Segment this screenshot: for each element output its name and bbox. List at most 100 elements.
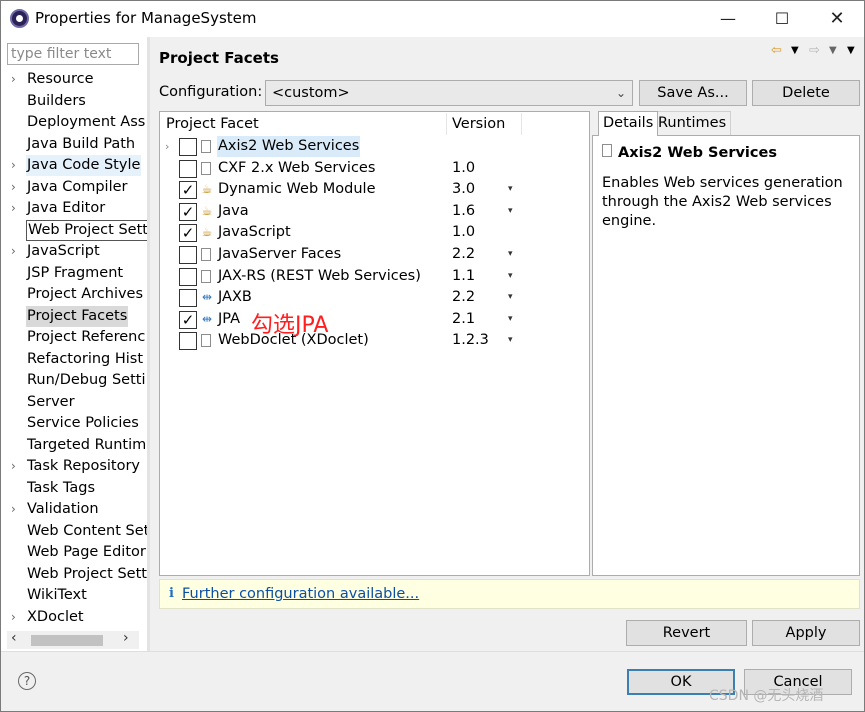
- chevron-right-icon[interactable]: ›: [11, 69, 21, 90]
- tab-runtimes[interactable]: Runtimes: [653, 111, 732, 135]
- sidebar-item[interactable]: Service Policies: [1, 413, 147, 435]
- back-arrow-icon[interactable]: ⇦: [771, 43, 782, 58]
- facet-row[interactable]: CXF 2.x Web Services 1.0: [160, 158, 589, 180]
- sidebar-item[interactable]: Builders: [1, 91, 147, 113]
- version-dropdown-icon[interactable]: ▾: [508, 309, 513, 330]
- scroll-right-icon[interactable]: ›: [123, 630, 129, 646]
- sidebar-horizontal-scrollbar[interactable]: ‹ ›: [7, 630, 139, 649]
- facet-version[interactable]: 2.2: [452, 244, 475, 265]
- facet-row[interactable]: WebDoclet (XDoclet) 1.2.3 ▾: [160, 330, 589, 352]
- chevron-right-icon[interactable]: ›: [11, 155, 21, 176]
- sidebar-item[interactable]: Refactoring Hist: [1, 349, 147, 371]
- facet-checkbox[interactable]: [179, 138, 197, 156]
- chevron-right-icon[interactable]: ›: [11, 177, 21, 198]
- sidebar-item[interactable]: Targeted Runtim: [1, 435, 147, 457]
- apply-button[interactable]: Apply: [752, 620, 860, 646]
- facet-row[interactable]: ✓ ⇹ JPA 2.1 ▾: [160, 309, 589, 331]
- version-dropdown-icon[interactable]: ▾: [508, 179, 513, 200]
- facet-version[interactable]: 2.2: [452, 287, 475, 308]
- delete-button[interactable]: Delete: [752, 80, 860, 106]
- facet-row[interactable]: ✓ ☕ Dynamic Web Module 3.0 ▾: [160, 179, 589, 201]
- sidebar-item[interactable]: Java Build Path: [1, 134, 147, 156]
- facet-row[interactable]: ✓ ☕ Java 1.6 ▾: [160, 201, 589, 223]
- sidebar-item[interactable]: Server: [1, 392, 147, 414]
- facet-version[interactable]: 3.0: [452, 179, 475, 200]
- close-button[interactable]: ✕: [813, 1, 861, 37]
- sidebar-item[interactable]: Project Referenc: [1, 327, 147, 349]
- facet-version[interactable]: 1.0: [452, 158, 475, 179]
- chevron-right-icon[interactable]: ›: [11, 198, 21, 219]
- sidebar-item[interactable]: › JavaScript: [1, 241, 147, 263]
- tab-details[interactable]: Details: [598, 111, 659, 136]
- sidebar-item[interactable]: Web Content Set: [1, 521, 147, 543]
- filter-input[interactable]: [7, 43, 139, 65]
- sidebar-item[interactable]: › XDoclet: [1, 607, 147, 629]
- save-as-button[interactable]: Save As...: [639, 80, 747, 106]
- minimize-button[interactable]: —: [704, 1, 752, 37]
- facet-checkbox[interactable]: [179, 267, 197, 286]
- facet-checkbox[interactable]: ✓: [179, 202, 197, 221]
- facet-name: JPA: [218, 310, 241, 327]
- version-dropdown-icon[interactable]: ▾: [508, 201, 513, 222]
- forward-arrow-icon[interactable]: ⇨: [809, 43, 820, 58]
- column-header-version[interactable]: Version: [452, 116, 505, 132]
- sidebar-item[interactable]: JSP Fragment: [1, 263, 147, 285]
- version-dropdown-icon[interactable]: ▾: [508, 244, 513, 265]
- chevron-right-icon[interactable]: ›: [11, 241, 21, 262]
- facet-checkbox[interactable]: [179, 159, 197, 178]
- column-divider[interactable]: [446, 113, 447, 135]
- scroll-left-icon[interactable]: ‹: [11, 630, 17, 646]
- back-menu-icon[interactable]: ▼: [791, 45, 799, 56]
- sidebar-item[interactable]: › Resource: [1, 69, 147, 91]
- facet-row[interactable]: JavaServer Faces 2.2 ▾: [160, 244, 589, 266]
- help-icon[interactable]: ?: [18, 672, 36, 690]
- facet-version[interactable]: 1.0: [452, 222, 475, 243]
- facet-row[interactable]: › Axis2 Web Services: [160, 136, 589, 158]
- forward-menu-icon[interactable]: ▼: [829, 45, 837, 56]
- facet-version[interactable]: 2.1: [452, 309, 475, 330]
- sidebar-item[interactable]: Deployment Ass: [1, 112, 147, 134]
- facet-checkbox[interactable]: ✓: [179, 310, 197, 329]
- chevron-right-icon[interactable]: ›: [11, 607, 21, 628]
- sidebar-item[interactable]: Project Facets: [1, 305, 147, 328]
- sidebar-item[interactable]: Task Tags: [1, 478, 147, 500]
- version-dropdown-icon[interactable]: ▾: [508, 287, 513, 308]
- facet-version[interactable]: 1.2.3: [452, 330, 489, 351]
- further-configuration-link[interactable]: Further configuration available...: [182, 586, 419, 602]
- maximize-button[interactable]: ☐: [758, 1, 806, 37]
- configuration-select[interactable]: <custom> ⌄: [265, 80, 633, 106]
- sidebar-item[interactable]: Web Project Setti: [1, 219, 147, 242]
- sidebar-item[interactable]: Web Page Editor: [1, 542, 147, 564]
- facet-row[interactable]: JAX-RS (REST Web Services) 1.1 ▾: [160, 266, 589, 288]
- facet-version[interactable]: 1.6: [452, 201, 475, 222]
- version-dropdown-icon[interactable]: ▾: [508, 266, 513, 287]
- chevron-right-icon[interactable]: ›: [11, 499, 21, 520]
- facet-row[interactable]: ⇹ JAXB 2.2 ▾: [160, 287, 589, 309]
- pane-divider[interactable]: [147, 37, 150, 651]
- sidebar-item[interactable]: Web Project Sett: [1, 564, 147, 586]
- facet-version[interactable]: 1.1: [452, 266, 475, 287]
- column-header-facet[interactable]: Project Facet: [166, 116, 259, 132]
- sidebar-item[interactable]: Run/Debug Setti: [1, 370, 147, 392]
- view-menu-icon[interactable]: ▼: [847, 45, 855, 56]
- facet-checkbox[interactable]: [179, 289, 197, 308]
- facet-checkbox[interactable]: ✓: [179, 181, 197, 200]
- revert-button[interactable]: Revert: [626, 620, 747, 646]
- sidebar-item[interactable]: › Java Editor: [1, 198, 147, 220]
- sidebar-item-label: Web Page Editor: [27, 544, 146, 560]
- facet-checkbox[interactable]: [179, 332, 197, 351]
- facet-row[interactable]: ✓ ☕ JavaScript 1.0: [160, 222, 589, 244]
- chevron-right-icon[interactable]: ›: [165, 136, 169, 157]
- scrollbar-thumb[interactable]: [31, 635, 103, 646]
- sidebar-item[interactable]: › Task Repository: [1, 456, 147, 478]
- facet-checkbox[interactable]: ✓: [179, 224, 197, 243]
- sidebar-item[interactable]: Project Archives: [1, 284, 147, 306]
- sidebar-item[interactable]: › Java Code Style: [1, 155, 147, 177]
- sidebar-item[interactable]: › Validation: [1, 499, 147, 521]
- column-divider[interactable]: [521, 113, 522, 135]
- sidebar-item[interactable]: › Java Compiler: [1, 177, 147, 199]
- facet-checkbox[interactable]: [179, 246, 197, 264]
- sidebar-item[interactable]: WikiText: [1, 585, 147, 607]
- version-dropdown-icon[interactable]: ▾: [508, 330, 513, 351]
- chevron-right-icon[interactable]: ›: [11, 456, 21, 477]
